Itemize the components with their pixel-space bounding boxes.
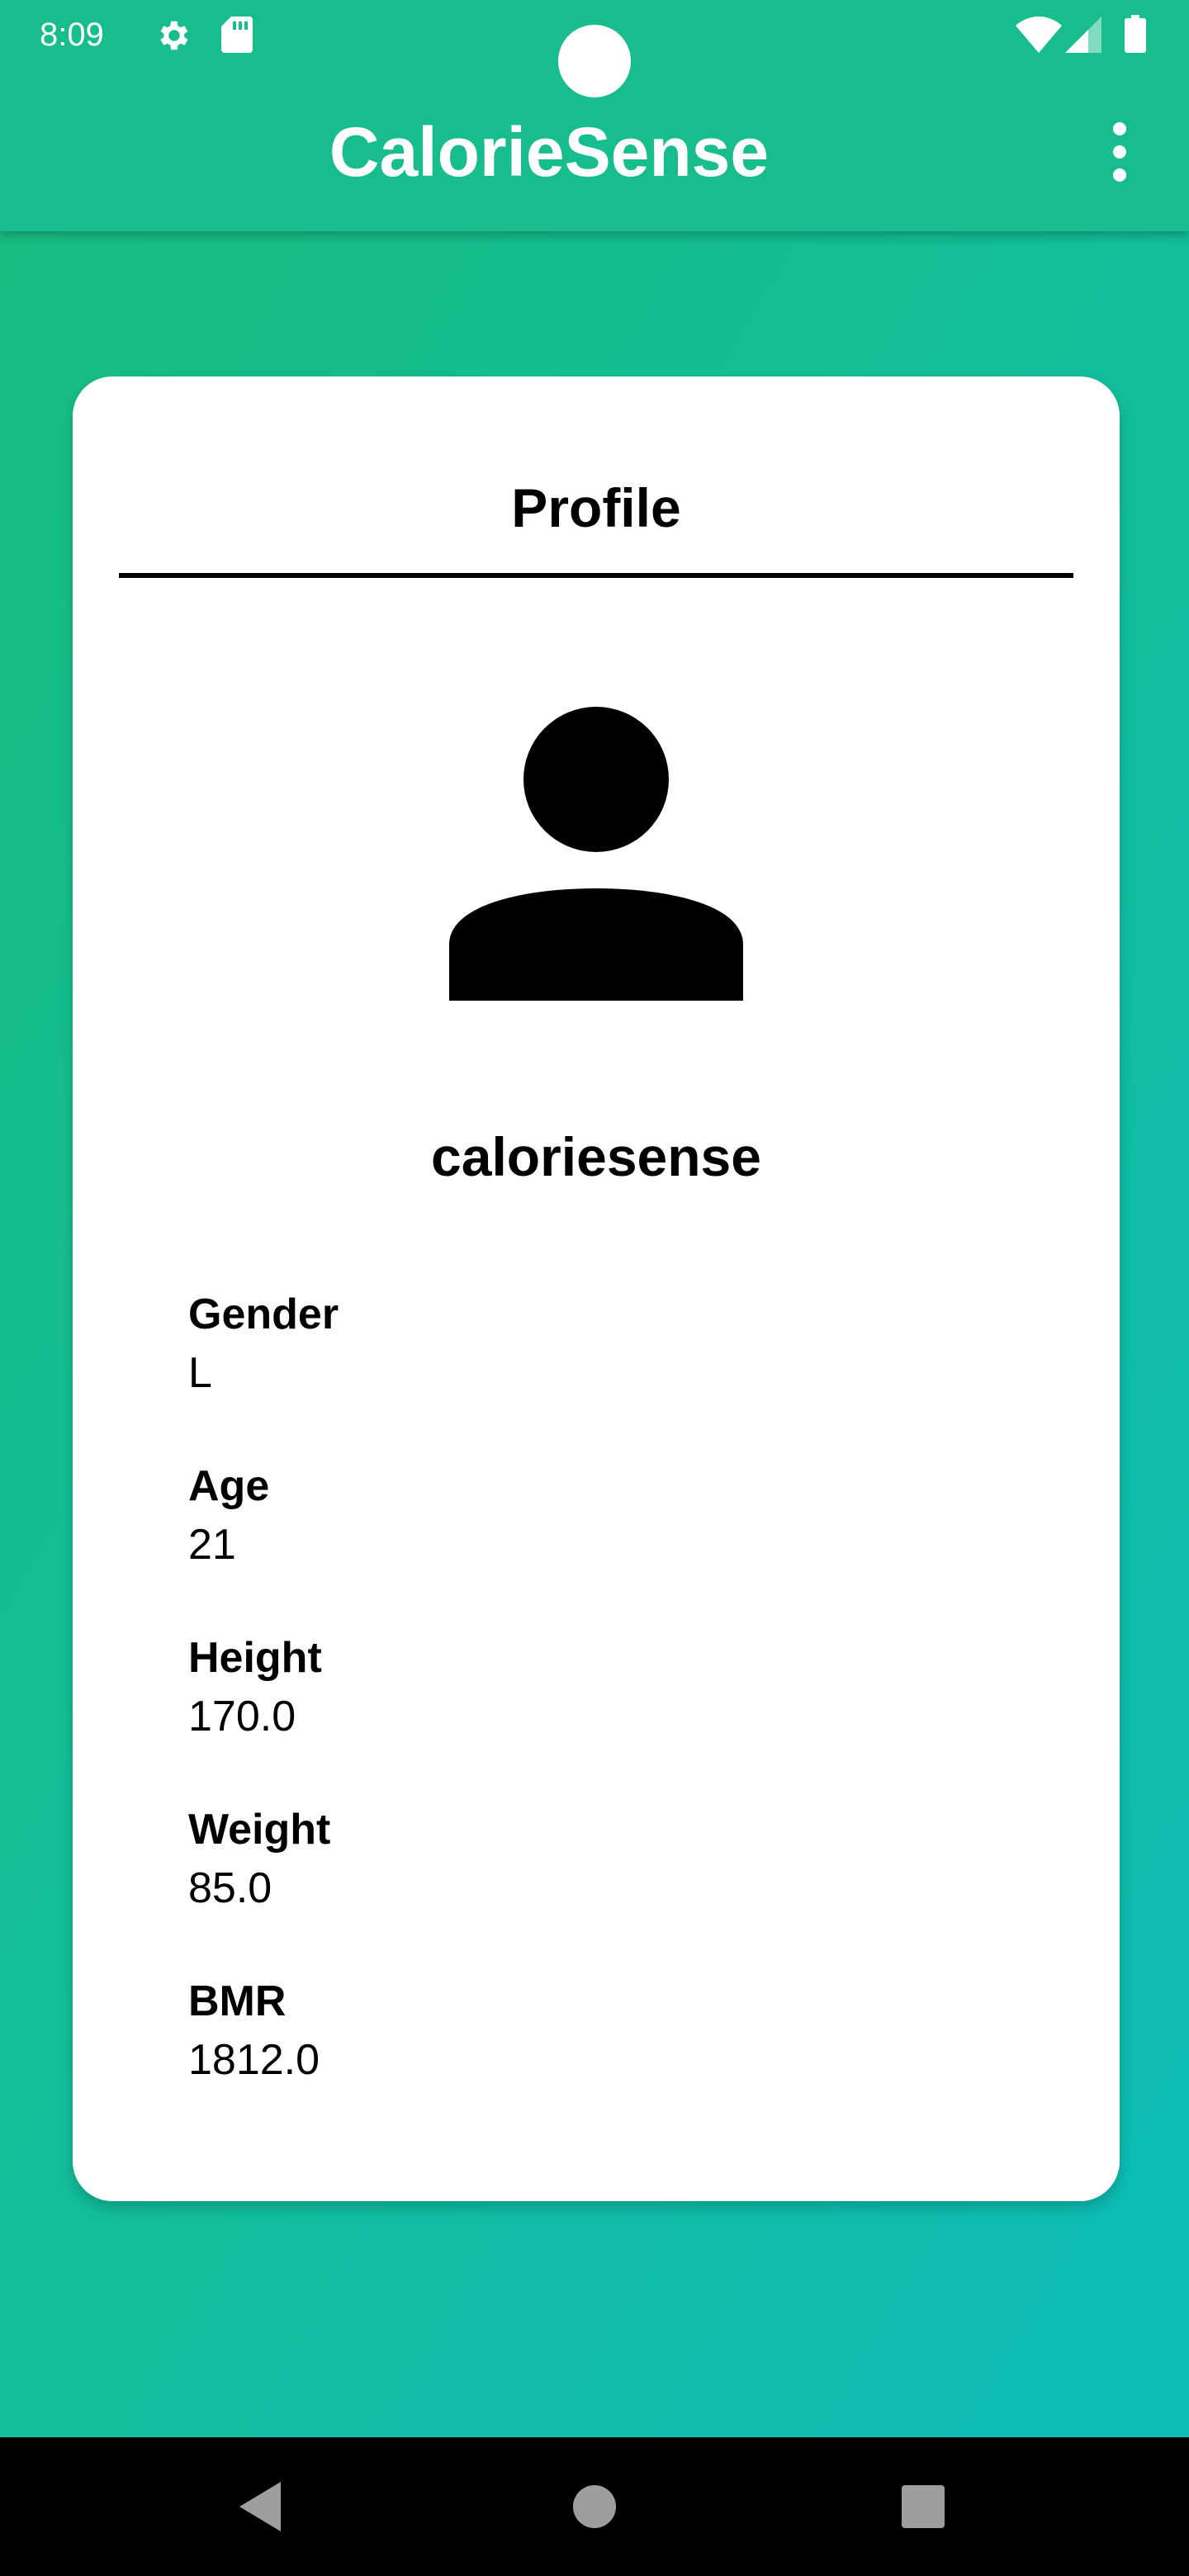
- wifi-icon: [1016, 17, 1062, 53]
- more-vert-icon[interactable]: [1103, 117, 1136, 187]
- bmr-field: BMR 1812.0: [188, 1973, 1014, 2145]
- title-divider: [119, 573, 1073, 578]
- gender-label: Gender: [188, 1290, 339, 1338]
- person-icon: [449, 707, 743, 1001]
- home-icon[interactable]: [573, 2485, 616, 2528]
- navigation-bar: [0, 2437, 1189, 2576]
- gear-icon: [160, 21, 188, 50]
- camera-cutout: [558, 25, 631, 97]
- weight-label: Weight: [188, 1806, 331, 1854]
- battery-icon: [1125, 15, 1146, 53]
- back-icon[interactable]: [239, 2482, 286, 2531]
- gender-field: Gender L: [188, 1286, 1014, 1458]
- height-label: Height: [188, 1634, 322, 1682]
- signal-icon: [1065, 17, 1101, 53]
- status-bar: 8:09: [0, 0, 1189, 97]
- height-value: 170.0: [188, 1693, 296, 1740]
- sd-card-icon: [221, 17, 253, 53]
- status-time: 8:09: [40, 17, 104, 53]
- profile-title: Profile: [511, 477, 681, 538]
- profile-info-list: Gender L Age 21 Height 170.0 Weight 85.0…: [188, 1286, 1014, 2145]
- age-label: Age: [188, 1462, 270, 1510]
- height-field: Height 170.0: [188, 1630, 1014, 1802]
- bmr-label: BMR: [188, 1977, 287, 2025]
- age-value: 21: [188, 1521, 236, 1569]
- bmr-value: 1812.0: [188, 2036, 320, 2084]
- username: caloriesense: [431, 1126, 761, 1187]
- weight-value: 85.0: [188, 1864, 272, 1912]
- app-title: CalorieSense: [329, 113, 770, 191]
- age-field: Age 21: [188, 1458, 1014, 1630]
- profile-card: Profile caloriesense Gender L Age 21 Hei…: [73, 376, 1120, 2201]
- weight-field: Weight 85.0: [188, 1802, 1014, 1973]
- recents-icon[interactable]: [902, 2485, 945, 2528]
- gender-value: L: [188, 1349, 212, 1397]
